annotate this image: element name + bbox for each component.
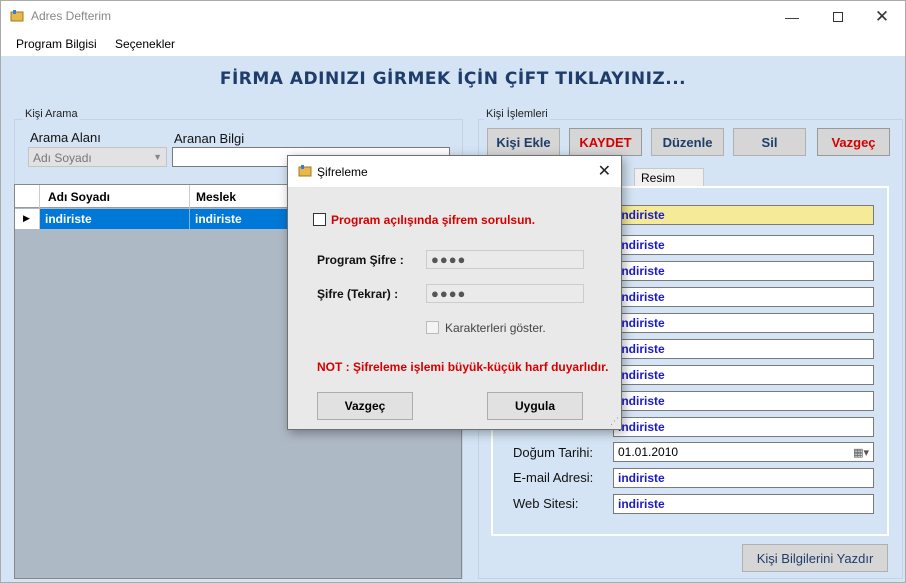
birth-date-label: Doğum Tarihi:	[513, 445, 593, 460]
ask-password-checkbox[interactable]	[313, 213, 326, 226]
field-9[interactable]: indiriste	[613, 417, 874, 437]
delete-button[interactable]: Sil	[733, 128, 806, 156]
encryption-dialog: Şifreleme ✕ Program açılışında şifrem so…	[287, 155, 622, 430]
maximize-icon	[833, 11, 843, 22]
ask-password-label[interactable]: Program açılışında şifrem sorulsun.	[331, 213, 535, 227]
maximize-button[interactable]	[815, 1, 861, 32]
chevron-down-icon: ▼	[153, 152, 162, 162]
dialog-cancel-button[interactable]: Vazgeç	[317, 392, 413, 420]
search-info-label: Aranan Bilgi	[174, 131, 245, 146]
email-field[interactable]: indiriste	[613, 468, 874, 488]
dialog-apply-button[interactable]: Uygula	[487, 392, 583, 420]
field-5[interactable]: indiriste	[613, 313, 874, 333]
repeat-password-input[interactable]: ●●●●	[426, 284, 584, 303]
address-book-icon	[10, 10, 24, 22]
column-name[interactable]: Adı Soyadı	[40, 185, 190, 208]
dialog-close-icon[interactable]: ✕	[598, 161, 611, 181]
title-bar: Adres Defterim — ✕	[1, 1, 905, 32]
field-3[interactable]: indiriste	[613, 261, 874, 281]
save-button[interactable]: KAYDET	[569, 128, 642, 156]
tab-picture[interactable]: Resim	[634, 168, 704, 187]
email-label: E-mail Adresi:	[513, 470, 594, 485]
field-7[interactable]: indiriste	[613, 365, 874, 385]
password-input[interactable]: ●●●●	[426, 250, 584, 269]
case-sensitive-note: NOT : Şifreleme işlemi büyük-küçük harf …	[317, 360, 609, 374]
show-chars-label[interactable]: Karakterleri göster.	[445, 321, 546, 335]
birth-date-picker[interactable]: 01.01.2010 ▦▾	[613, 442, 874, 462]
cancel-button[interactable]: Vazgeç	[817, 128, 890, 156]
field-8[interactable]: indiriste	[613, 391, 874, 411]
minimize-button[interactable]: —	[769, 1, 815, 32]
resize-grip-icon[interactable]: ⋰	[610, 416, 619, 427]
row-indicator-icon: ▶	[15, 209, 40, 229]
address-book-icon	[298, 165, 312, 177]
search-area-label: Arama Alanı	[30, 130, 101, 145]
password-label: Program Şifre :	[317, 253, 404, 267]
dialog-title-bar: Şifreleme ✕	[288, 156, 621, 187]
close-icon: ✕	[874, 6, 890, 26]
print-contact-button[interactable]: Kişi Bilgilerini Yazdır	[742, 544, 888, 572]
field-6[interactable]: indiriste	[613, 339, 874, 359]
row-cell-name[interactable]: indiriste	[40, 209, 190, 229]
field-4[interactable]: indiriste	[613, 287, 874, 307]
window-title: Adres Defterim	[31, 9, 112, 23]
edit-button[interactable]: Düzenle	[651, 128, 724, 156]
menu-bar: Program Bilgisi Seçenekler	[1, 32, 905, 56]
field-name[interactable]: indiriste	[613, 205, 874, 225]
add-contact-button[interactable]: Kişi Ekle	[487, 128, 560, 156]
menu-options[interactable]: Seçenekler	[115, 37, 175, 51]
repeat-password-label: Şifre (Tekrar) :	[317, 287, 399, 301]
minimize-icon: —	[785, 8, 799, 25]
calendar-icon[interactable]: ▦▾	[853, 446, 869, 459]
website-field[interactable]: indiriste	[613, 494, 874, 514]
field-2[interactable]: indiriste	[613, 235, 874, 255]
actions-group-label: Kişi İşlemleri	[484, 108, 550, 120]
main-window: Adres Defterim — ✕ Program Bilgisi Seçen…	[0, 0, 906, 583]
company-name-banner[interactable]: FİRMA ADINIZI GİRMEK İÇİN ÇİFT TIKLAYINI…	[1, 69, 905, 89]
dialog-title: Şifreleme	[317, 165, 368, 179]
close-button[interactable]: ✕	[859, 1, 905, 32]
birth-date-value: 01.01.2010	[618, 445, 679, 459]
menu-program-info[interactable]: Program Bilgisi	[16, 37, 97, 51]
search-area-value: Adı Soyadı	[33, 151, 92, 165]
search-group-label: Kişi Arama	[23, 108, 80, 120]
website-label: Web Sitesi:	[513, 496, 579, 511]
show-chars-checkbox[interactable]	[426, 321, 439, 334]
grid-corner	[15, 185, 40, 208]
search-area-select[interactable]: Adı Soyadı ▼	[28, 147, 167, 167]
